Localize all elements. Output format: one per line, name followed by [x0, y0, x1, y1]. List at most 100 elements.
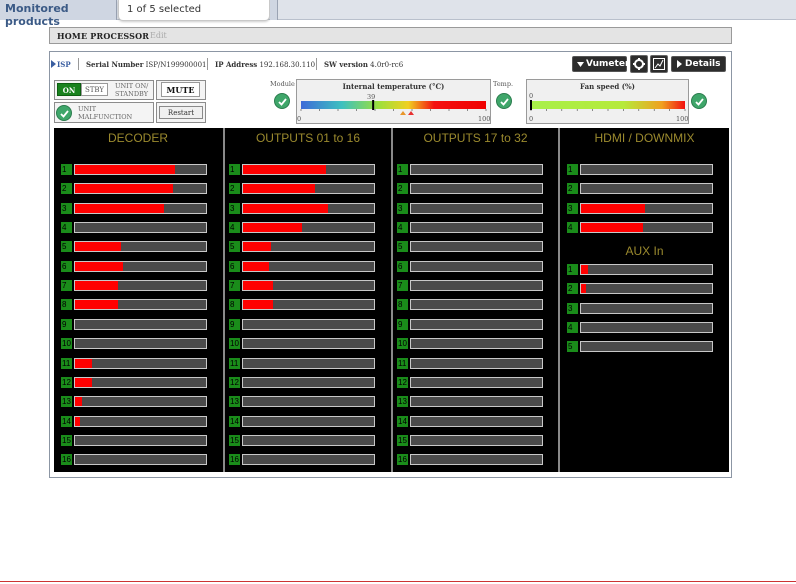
product-selector[interactable]: 1 of 5 selected: [118, 0, 270, 21]
meter-row: 7: [229, 280, 379, 292]
meter-row: 6: [397, 260, 547, 272]
meter-row: 2: [61, 183, 211, 195]
level-bar: [74, 164, 207, 175]
restart-button[interactable]: Restart: [159, 106, 203, 119]
collapse-arrow-icon[interactable]: [51, 60, 56, 68]
channel-number: 13: [61, 396, 72, 408]
fan-ok-icon: [691, 93, 707, 109]
level-fill: [581, 223, 643, 233]
serial-number: Serial Number ISP/N199900001: [86, 60, 207, 69]
level-bar: [242, 164, 375, 175]
channel-number: 5: [61, 241, 72, 253]
channel-number: 10: [397, 338, 408, 350]
level-bar: [580, 283, 713, 295]
serial-value: ISP/N199900001: [145, 61, 207, 69]
channel-number: 8: [397, 299, 408, 311]
level-bar: [410, 260, 543, 272]
level-bar: [410, 183, 543, 195]
meter-row: 16: [61, 454, 211, 466]
level-bar: [74, 260, 207, 272]
level-bar: [74, 415, 207, 427]
channel-number: 14: [229, 415, 240, 427]
level-bar: [580, 341, 713, 353]
channel-number: 11: [397, 357, 408, 369]
meter-row: 4: [229, 222, 379, 234]
channel-number: 9: [61, 318, 72, 330]
settings-button[interactable]: [630, 55, 648, 73]
temp-ok-icon: [496, 93, 512, 109]
channel-number: 2: [397, 183, 408, 195]
level-bar: [410, 164, 543, 175]
channel-number: 15: [229, 434, 240, 446]
vumeter-button[interactable]: Vumeter: [572, 56, 629, 72]
meter-row: 14: [397, 415, 547, 427]
channel-number: 12: [397, 376, 408, 388]
standby-button[interactable]: STBY: [81, 83, 108, 96]
level-bar: [242, 260, 375, 272]
meter-row: 6: [229, 260, 379, 272]
channel-number: 10: [229, 338, 240, 350]
meter-row: 10: [397, 338, 547, 350]
level-bar: [242, 376, 375, 388]
level-fill: [75, 261, 124, 271]
edit-link[interactable]: Edit: [150, 31, 167, 40]
meter-row: 6: [61, 260, 211, 272]
processor-header: HOME PROCESSOR Edit: [49, 27, 732, 44]
channel-number: 4: [567, 322, 578, 334]
graph-button[interactable]: [650, 55, 668, 73]
meter-row: 5: [229, 241, 379, 253]
outputs-17-32-title: OUTPUTS 17 to 32: [423, 131, 528, 145]
channel-number: 3: [229, 202, 240, 214]
sw-value: 4.0r0-rc6: [370, 61, 404, 69]
level-fill: [243, 261, 270, 271]
level-bar: [74, 396, 207, 408]
meter-row: 10: [229, 338, 379, 350]
meter-row: 5: [397, 241, 547, 253]
meter-row: 11: [397, 357, 547, 369]
page: Monitored products 1 of 5 selected HOME …: [0, 0, 796, 584]
level-bar: [242, 415, 375, 427]
level-bar: [410, 338, 543, 350]
meter-row: 8: [229, 299, 379, 311]
level-fill: [75, 300, 119, 310]
channel-number: 13: [229, 396, 240, 408]
channel-number: 12: [61, 376, 72, 388]
fan-max: 100: [676, 115, 689, 123]
fan-scale: [530, 100, 686, 111]
mute-button[interactable]: MUTE: [161, 82, 200, 97]
outputs-1-16-column: OUTPUTS 01 to 16 1 2 3 4 5 6 7 8 9 10 11 12 13 14 15 16: [225, 128, 391, 472]
ip-label: IP Address: [215, 60, 258, 69]
meter-row: 7: [61, 280, 211, 292]
level-bar: [410, 280, 543, 292]
level-fill: [75, 165, 175, 174]
temperature-min: 0: [297, 115, 302, 123]
tab-label: Monitored products: [5, 2, 69, 28]
level-bar: [580, 164, 713, 175]
level-fill: [581, 203, 646, 213]
channel-number: 13: [397, 396, 408, 408]
decoder-title: DECODER: [107, 131, 168, 145]
level-bar: [410, 222, 543, 234]
channel-number: 5: [567, 341, 578, 353]
level-bar: [410, 299, 543, 311]
level-bar: [410, 241, 543, 253]
separator: [207, 58, 208, 70]
tab-monitored-products[interactable]: Monitored products: [0, 0, 117, 28]
channel-number: 16: [61, 454, 72, 466]
level-bar: [580, 322, 713, 334]
details-button[interactable]: Details: [671, 56, 726, 72]
level-bar: [74, 280, 207, 292]
selector-text: 1 of 5 selected: [127, 4, 202, 15]
on-button[interactable]: ON: [57, 83, 81, 96]
device-tag[interactable]: ISP: [57, 60, 71, 69]
channel-number: 4: [61, 222, 72, 234]
separator: [78, 58, 79, 70]
level-bar: [242, 338, 375, 350]
temp-label: Temp.: [493, 80, 514, 88]
level-bar: [410, 434, 543, 446]
channel-number: 2: [567, 283, 578, 295]
level-fill: [243, 223, 302, 233]
level-bar: [410, 415, 543, 427]
level-bar: [74, 241, 207, 253]
meter-row: 9: [61, 318, 211, 330]
